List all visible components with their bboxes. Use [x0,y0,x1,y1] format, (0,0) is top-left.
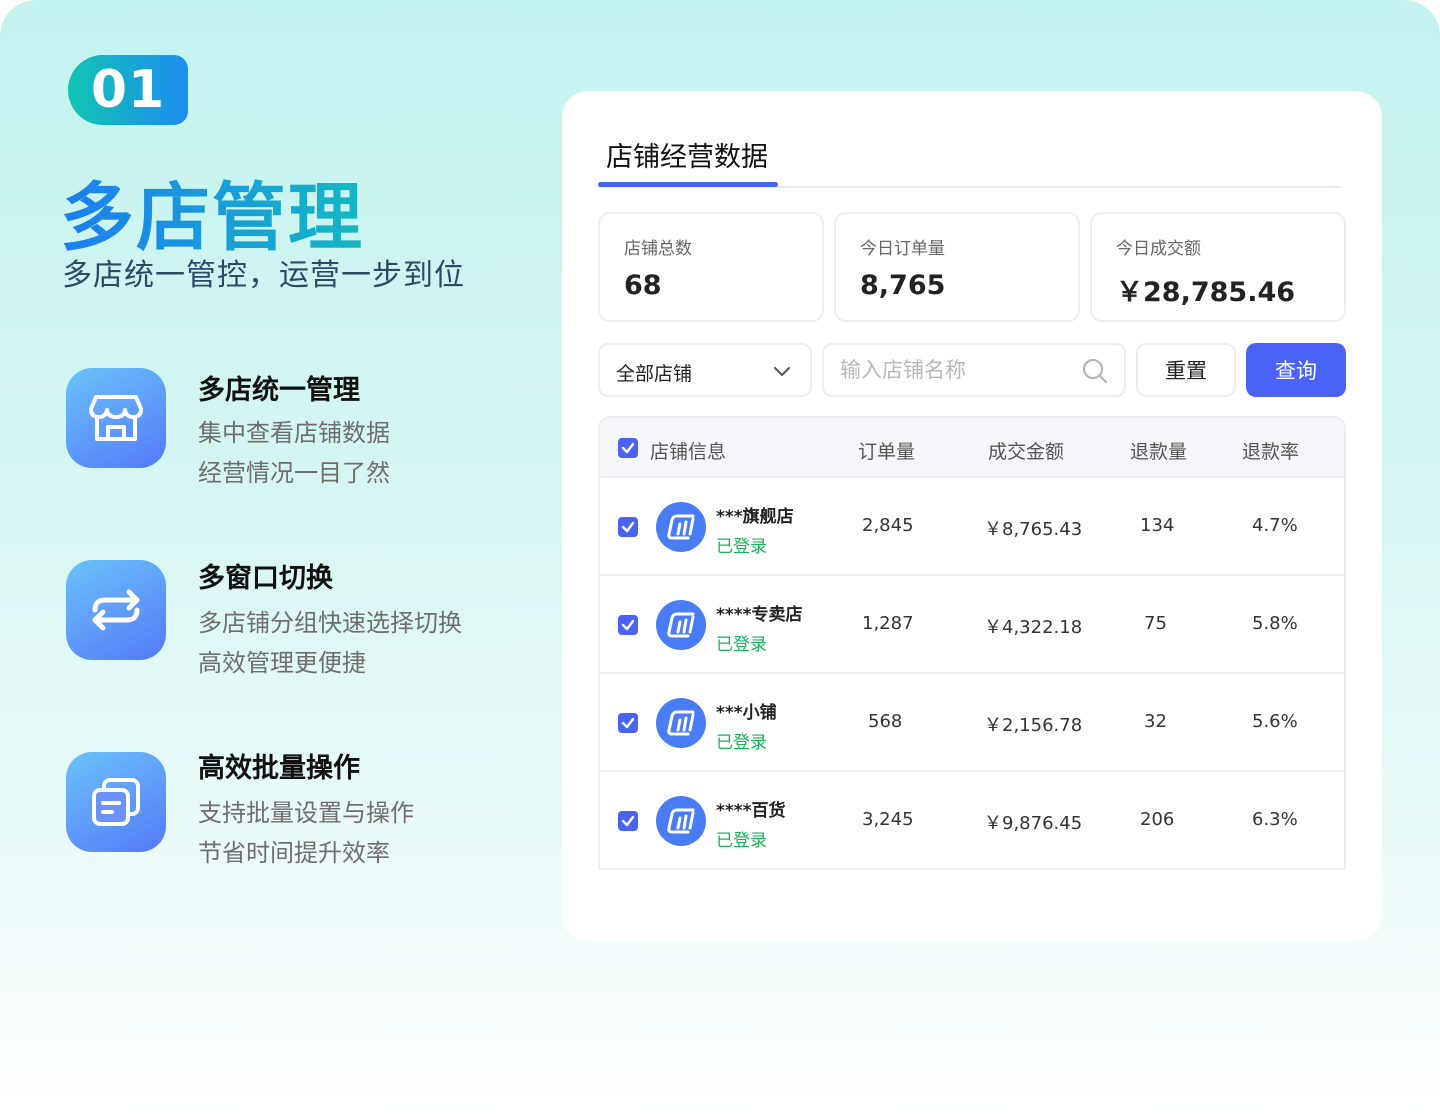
login-status: 已登录 [716,537,767,557]
column-header-refunds: 退款量 [1130,441,1188,463]
orders-cell: 568 [868,711,903,732]
query-button[interactable]: 查询 [1246,343,1346,397]
column-header-orders: 订单量 [858,441,916,463]
feature-desc-line: 节省时间提升效率 [198,839,390,867]
login-status: 已登录 [716,831,767,851]
row-checkbox[interactable] [618,713,638,733]
store-icon [66,368,166,468]
row-checkbox[interactable] [618,811,638,831]
amount-cell: ￥4,322.18 [984,617,1083,638]
column-header-refund-rate: 退款率 [1242,441,1300,463]
amount-cell: ￥2,156.78 [984,715,1083,736]
store-name: ***小铺 [716,703,777,723]
stat-today-revenue: 今日成交额 ￥28,785.46 [1090,212,1346,322]
feature-desc-line: 多店铺分组快速选择切换 [198,609,462,637]
feature-desc-line: 集中查看店铺数据 [198,419,390,447]
stat-value: ￥28,785.46 [1116,277,1296,308]
tab-active-indicator [598,182,778,187]
column-header-store-info: 店铺信息 [650,441,727,463]
feature-title: 高效批量操作 [198,753,360,784]
orders-cell: 1,287 [862,613,914,634]
refund-rate-cell: 5.8% [1252,613,1298,634]
section-number-badge: 01 [68,55,188,125]
reset-button[interactable]: 重置 [1136,343,1236,397]
search-icon[interactable] [1082,358,1108,388]
stat-label: 今日订单量 [860,239,945,259]
refunds-cell: 75 [1144,613,1167,634]
feature-desc-line: 高效管理更便捷 [198,649,366,677]
feature-desc-line: 支持批量设置与操作 [198,799,414,827]
refunds-cell: 134 [1140,515,1175,536]
refund-rate-cell: 6.3% [1252,809,1298,830]
chevron-down-icon [772,361,792,385]
store-logo-icon [656,698,706,748]
stat-value: 68 [624,270,662,301]
refunds-cell: 206 [1140,809,1175,830]
batch-icon [66,752,166,852]
stat-value: 8,765 [860,270,946,301]
store-logo-icon [656,502,706,552]
store-name: ***旗舰店 [716,507,794,527]
table-row[interactable]: ***小铺 已登录 568 ￥2,156.78 32 5.6% [600,674,1344,772]
row-checkbox[interactable] [618,517,638,537]
row-checkbox[interactable] [618,615,638,635]
stat-label: 今日成交额 [1116,239,1201,259]
store-name: ****百货 [716,801,786,821]
stat-label: 店铺总数 [624,239,692,259]
feature-desc-line: 经营情况一目了然 [198,459,390,487]
select-all-checkbox[interactable] [618,438,638,458]
tab-store-data[interactable]: 店铺经营数据 [606,135,768,174]
store-search-field[interactable] [822,343,1126,397]
store-table: 店铺信息 订单量 成交金额 退款量 退款率 ***旗舰店 已登录 2,845 ￥… [598,416,1346,870]
table-row[interactable]: ***旗舰店 已登录 2,845 ￥8,765.43 134 4.7% [600,478,1344,576]
stat-store-count: 店铺总数 68 [598,212,824,322]
store-data-card: 店铺经营数据 店铺总数 68 今日订单量 8,765 今日成交额 ￥28,785… [562,91,1382,941]
orders-cell: 3,245 [862,809,914,830]
login-status: 已登录 [716,733,767,753]
page-subtitle: 多店统一管控，运营一步到位 [62,258,465,293]
amount-cell: ￥8,765.43 [984,519,1083,540]
switch-icon [66,560,166,660]
table-row[interactable]: ****专卖店 已登录 1,287 ￥4,322.18 75 5.8% [600,576,1344,674]
amount-cell: ￥9,876.45 [984,813,1083,834]
feature-item: 多窗口切换 多店铺分组快速选择切换 高效管理更便捷 [66,558,506,677]
store-logo-icon [656,796,706,846]
column-header-amount: 成交金额 [988,441,1065,463]
table-row[interactable]: ****百货 已登录 3,245 ￥9,876.45 206 6.3% [600,772,1344,868]
table-header: 店铺信息 订单量 成交金额 退款量 退款率 [600,418,1344,478]
store-name: ****专卖店 [716,605,803,625]
page-title: 多店管理 [60,158,364,265]
refunds-cell: 32 [1144,711,1167,732]
orders-cell: 2,845 [862,515,914,536]
store-search-input[interactable] [840,355,1070,385]
refund-rate-cell: 5.6% [1252,711,1298,732]
store-select-dropdown[interactable]: 全部店铺 [598,343,812,397]
feature-title: 多店统一管理 [198,375,360,406]
feature-title: 多窗口切换 [198,563,333,594]
feature-item: 高效批量操作 支持批量设置与操作 节省时间提升效率 [66,748,506,867]
feature-item: 多店统一管理 集中查看店铺数据 经营情况一目了然 [66,368,506,487]
refund-rate-cell: 4.7% [1252,515,1298,536]
login-status: 已登录 [716,635,767,655]
store-select-value: 全部店铺 [616,363,693,385]
stat-today-orders: 今日订单量 8,765 [834,212,1080,322]
store-logo-icon [656,600,706,650]
